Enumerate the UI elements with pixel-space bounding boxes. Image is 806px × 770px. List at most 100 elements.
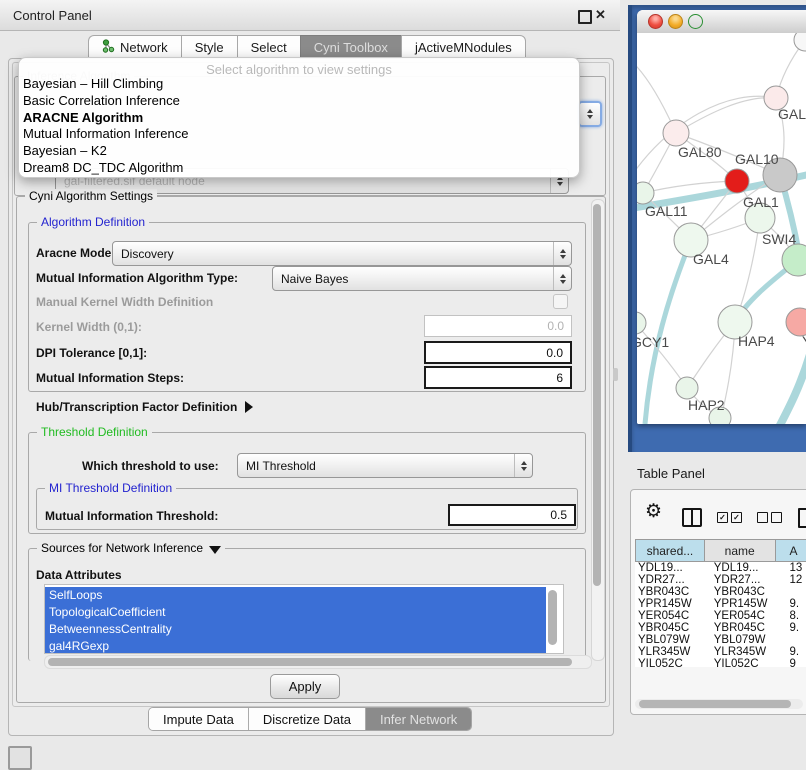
minimize-traffic-light-icon[interactable] <box>668 14 683 29</box>
algorithm-combobox-stepper-icon[interactable] <box>578 101 602 127</box>
bottom-tab-infer-network[interactable]: Infer Network <box>366 708 471 730</box>
mi-algorithm-type-label: Mutual Information Algorithm Type: <box>36 271 238 285</box>
tab-label: jActiveMNodules <box>415 40 512 55</box>
table-row[interactable]: YDR27...YDR27...12 <box>635 574 806 586</box>
algorithm-popup-item[interactable]: Bayesian – K2 <box>23 143 575 160</box>
bottom-tab-impute-data[interactable]: Impute Data <box>149 708 249 730</box>
table-cell: YIL052C <box>635 658 712 667</box>
network-window-titlebar[interactable] <box>637 10 806 34</box>
hub-definition-expander[interactable]: Hub/Transcription Factor Definition <box>36 400 253 414</box>
float-window-icon[interactable] <box>578 10 592 24</box>
table-cell: YDR27... <box>635 574 712 586</box>
data-attributes-list[interactable]: SelfLoopsTopologicalCoefficientBetweenne… <box>44 584 564 654</box>
manual-kernel-width-checkbox[interactable] <box>553 294 568 309</box>
table-cell: 12 <box>789 574 806 586</box>
table-cell: 9. <box>789 598 806 610</box>
column-header-name[interactable]: name <box>704 540 775 562</box>
mi-steps-label: Mutual Information Steps: <box>36 371 184 385</box>
zoom-traffic-light-icon[interactable] <box>688 14 703 29</box>
network-edge[interactable] <box>778 351 806 424</box>
close-icon[interactable]: ✕ <box>595 7 606 23</box>
data-attribute-item[interactable]: gal4RGexp <box>45 638 546 654</box>
document-icon[interactable] <box>798 508 806 528</box>
mi-algorithm-type-combobox[interactable]: Naive Bayes <box>272 266 572 291</box>
gear-icon[interactable]: ⚙ <box>645 502 662 521</box>
minimized-panel-icon[interactable] <box>8 746 32 770</box>
network-node-label: GAL <box>778 106 806 122</box>
network-view-window[interactable]: GALGAL80GAL10GAL1GAL11SWI4GAL4GCY1HAP4YH… <box>637 10 806 424</box>
network-node[interactable] <box>786 308 806 336</box>
tab-network[interactable]: Network <box>88 35 181 59</box>
network-node[interactable] <box>637 182 654 204</box>
data-attribute-item[interactable]: BetweennessCentrality <box>45 621 546 638</box>
table-cell: YPR145W <box>635 598 712 610</box>
select-all-icon[interactable]: ✓ ✓ <box>717 512 742 523</box>
bottom-tabbar: Impute DataDiscretize DataInfer Network <box>148 707 472 731</box>
combo-stepper-icon <box>553 242 571 265</box>
which-threshold-combobox[interactable]: MI Threshold <box>237 453 533 478</box>
manual-kernel-width-label: Manual Kernel Width Definition <box>36 295 213 309</box>
network-edge[interactable] <box>637 96 776 181</box>
deselect-all-icon[interactable] <box>757 512 782 523</box>
table-row[interactable]: YBR043CYBR043C <box>635 586 806 598</box>
tab-jactivemnodules[interactable]: jActiveMNodules <box>401 35 526 59</box>
algorithm-popup-item[interactable]: Mutual Information Inference <box>23 126 575 143</box>
tab-label: Cyni Toolbox <box>314 40 388 55</box>
close-traffic-light-icon[interactable] <box>648 14 663 29</box>
table-cell: 9. <box>789 646 806 658</box>
bottom-tab-discretize-data[interactable]: Discretize Data <box>249 708 366 730</box>
table-row[interactable]: YLR345WYLR345W9. <box>635 646 806 658</box>
tab-label: Style <box>195 40 224 55</box>
table-row[interactable]: YBL079WYBL079W <box>635 634 806 646</box>
table-hscrollbar-track[interactable] <box>635 699 803 709</box>
table-panel: ⚙ ✓ ✓ shared... name A YDL19...YDL19...1… <box>630 489 806 715</box>
mi-steps-field[interactable]: 6 <box>424 366 572 389</box>
data-attribute-item[interactable]: SelfLoops <box>45 587 546 604</box>
dpi-tolerance-label: DPI Tolerance [0,1]: <box>36 346 147 360</box>
settings-scrollbar-thumb[interactable] <box>593 204 601 586</box>
network-canvas[interactable]: GALGAL80GAL10GAL1GAL11SWI4GAL4GCY1HAP4YH… <box>637 33 806 424</box>
dpi-tolerance-field[interactable]: 0.0 <box>424 341 572 364</box>
mi-threshold-field[interactable]: 0.5 <box>448 504 576 526</box>
network-edge[interactable] <box>676 98 776 133</box>
network-node-label: GAL1 <box>743 194 779 210</box>
column-header-partial[interactable]: A <box>775 540 806 562</box>
node-table-rows[interactable]: YDL19...YDL19...13YDR27...YDR27...12YBR0… <box>635 562 806 667</box>
control-panel-titlebar <box>0 0 620 31</box>
table-row[interactable]: YDL19...YDL19...13 <box>635 562 806 574</box>
aracne-mode-combobox[interactable]: Discovery <box>112 241 572 266</box>
settings-hscrollbar-thumb[interactable] <box>48 658 572 666</box>
tab-cyni-toolbox[interactable]: Cyni Toolbox <box>300 35 401 59</box>
columns-icon[interactable] <box>682 508 702 527</box>
network-node[interactable] <box>794 33 806 51</box>
node-table[interactable]: shared... name A YDL19...YDL19...13YDR27… <box>635 539 806 667</box>
apply-button[interactable]: Apply <box>270 674 340 699</box>
table-row[interactable]: YER054CYER054C8. <box>635 610 806 622</box>
network-node[interactable] <box>676 377 698 399</box>
network-node[interactable] <box>663 120 689 146</box>
table-cell: YDL19... <box>712 562 790 574</box>
tab-select[interactable]: Select <box>237 35 300 59</box>
algorithm-popup-item[interactable]: Dream8 DC_TDC Algorithm <box>23 160 575 177</box>
tab-style[interactable]: Style <box>181 35 237 59</box>
attr-list-scrollbar-thumb[interactable] <box>548 590 557 645</box>
settings-hscrollbar-track[interactable] <box>44 655 592 669</box>
panel-splitter-handle[interactable] <box>613 368 618 381</box>
network-node[interactable] <box>725 169 749 193</box>
node-table-header[interactable]: shared... name A <box>635 539 806 562</box>
column-header-shared-name[interactable]: shared... <box>635 540 704 562</box>
table-cell: YBR045C <box>712 622 790 634</box>
settings-scrollbar-track[interactable] <box>591 199 605 661</box>
network-node-label: HAP2 <box>688 397 725 413</box>
table-row[interactable]: YPR145WYPR145W9. <box>635 598 806 610</box>
algorithm-popup-item[interactable]: Basic Correlation Inference <box>23 93 575 110</box>
table-row[interactable]: YBR045CYBR045C9. <box>635 622 806 634</box>
algorithm-popup-item[interactable]: ARACNE Algorithm <box>23 110 575 127</box>
table-cell: YBR043C <box>712 586 790 598</box>
network-node[interactable] <box>637 312 646 334</box>
table-row[interactable]: YIL052CYIL052C9 <box>635 658 806 667</box>
table-hscrollbar-thumb[interactable] <box>639 700 791 708</box>
data-attribute-item[interactable]: TopologicalCoefficient <box>45 604 546 621</box>
kernel-width-field[interactable]: 0.0 <box>424 315 572 337</box>
algorithm-popup-item[interactable]: Bayesian – Hill Climbing <box>23 76 575 93</box>
